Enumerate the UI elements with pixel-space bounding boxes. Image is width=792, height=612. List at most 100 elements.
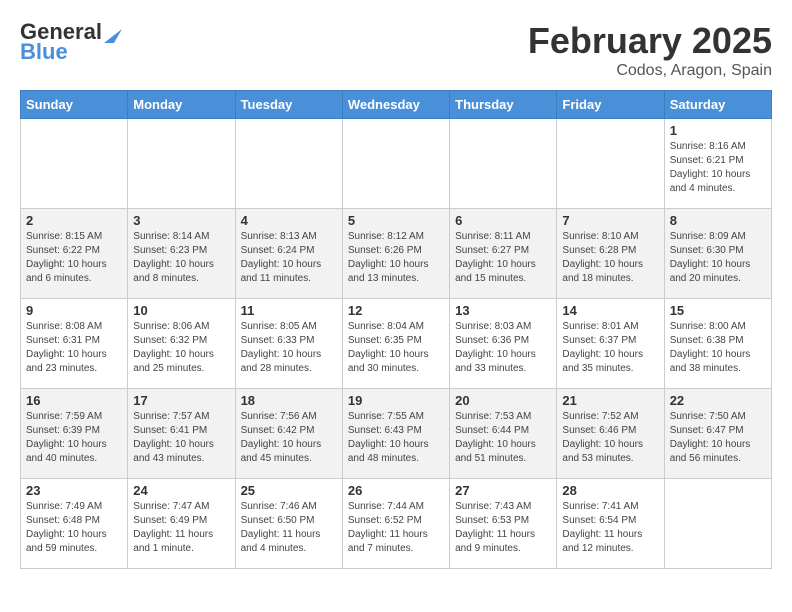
- week-row-2: 2Sunrise: 8:15 AM Sunset: 6:22 PM Daylig…: [21, 209, 772, 299]
- header-friday: Friday: [557, 91, 664, 119]
- day-info: Sunrise: 7:53 AM Sunset: 6:44 PM Dayligh…: [455, 410, 551, 466]
- day-info: Sunrise: 8:05 AM Sunset: 6:33 PM Dayligh…: [241, 320, 337, 376]
- day-info: Sunrise: 7:52 AM Sunset: 6:46 PM Dayligh…: [562, 410, 658, 466]
- day-info: Sunrise: 8:03 AM Sunset: 6:36 PM Dayligh…: [455, 320, 551, 376]
- day-number: 4: [241, 213, 337, 228]
- day-info: Sunrise: 7:59 AM Sunset: 6:39 PM Dayligh…: [26, 410, 122, 466]
- day-number: 18: [241, 393, 337, 408]
- day-info: Sunrise: 8:11 AM Sunset: 6:27 PM Dayligh…: [455, 230, 551, 286]
- day-number: 6: [455, 213, 551, 228]
- calendar-cell: 7 Sunrise: 8:10 AM Sunset: 6:28 PM Daylig…: [557, 209, 664, 299]
- day-info: Sunrise: 7:56 AM Sunset: 6:42 PM Dayligh…: [241, 410, 337, 466]
- week-row-1: 1 Sunrise: 8:16 AM Sunset: 6:21 PM Daylig…: [21, 119, 772, 209]
- week-row-5: 23 Sunrise: 7:49 AM Sunset: 6:48 PM Dayli…: [21, 479, 772, 569]
- day-info: Sunrise: 7:49 AM Sunset: 6:48 PM Dayligh…: [26, 500, 122, 556]
- calendar-cell: 13 Sunrise: 8:03 AM Sunset: 6:36 PM Dayli…: [450, 299, 557, 389]
- calendar-cell: [557, 119, 664, 209]
- day-number: 3: [133, 213, 229, 228]
- calendar-cell: [235, 119, 342, 209]
- calendar-cell: 4 Sunrise: 8:13 AM Sunset: 6:24 PM Daylig…: [235, 209, 342, 299]
- day-info: Sunrise: 8:09 AM Sunset: 6:30 PM Dayligh…: [670, 230, 766, 286]
- calendar-cell: 25Sunrise: 7:46 AM Sunset: 6:50 PM Dayli…: [235, 479, 342, 569]
- day-info: Sunrise: 8:01 AM Sunset: 6:37 PM Dayligh…: [562, 320, 658, 376]
- day-number: 14: [562, 303, 658, 318]
- day-number: 5: [348, 213, 444, 228]
- calendar-cell: 12 Sunrise: 8:04 AM Sunset: 6:35 PM Dayli…: [342, 299, 449, 389]
- day-info: Sunrise: 7:47 AM Sunset: 6:49 PM Dayligh…: [133, 500, 229, 556]
- day-info: Sunrise: 7:55 AM Sunset: 6:43 PM Dayligh…: [348, 410, 444, 466]
- day-number: 24: [133, 483, 229, 498]
- calendar-title: February 2025: [528, 20, 772, 62]
- calendar-cell: 21 Sunrise: 7:52 AM Sunset: 6:46 PM Dayli…: [557, 389, 664, 479]
- day-info: Sunrise: 7:41 AM Sunset: 6:54 PM Dayligh…: [562, 500, 658, 556]
- logo-bird-icon: [104, 21, 122, 43]
- header-saturday: Saturday: [664, 91, 771, 119]
- header-wednesday: Wednesday: [342, 91, 449, 119]
- calendar-cell: 2Sunrise: 8:15 AM Sunset: 6:22 PM Daylig…: [21, 209, 128, 299]
- calendar-cell: 17 Sunrise: 7:57 AM Sunset: 6:41 PM Dayli…: [128, 389, 235, 479]
- day-info: Sunrise: 8:04 AM Sunset: 6:35 PM Dayligh…: [348, 320, 444, 376]
- day-number: 17: [133, 393, 229, 408]
- calendar-table: SundayMondayTuesdayWednesdayThursdayFrid…: [20, 90, 772, 569]
- day-number: 16: [26, 393, 122, 408]
- day-number: 8: [670, 213, 766, 228]
- day-number: 9: [26, 303, 122, 318]
- day-number: 19: [348, 393, 444, 408]
- day-info: Sunrise: 8:14 AM Sunset: 6:23 PM Dayligh…: [133, 230, 229, 286]
- day-info: Sunrise: 7:44 AM Sunset: 6:52 PM Dayligh…: [348, 500, 444, 556]
- calendar-subtitle: Codos, Aragon, Spain: [528, 62, 772, 80]
- calendar-cell: [450, 119, 557, 209]
- calendar-cell: 22Sunrise: 7:50 AM Sunset: 6:47 PM Dayli…: [664, 389, 771, 479]
- calendar-cell: 18 Sunrise: 7:56 AM Sunset: 6:42 PM Dayli…: [235, 389, 342, 479]
- calendar-cell: [128, 119, 235, 209]
- day-info: Sunrise: 8:06 AM Sunset: 6:32 PM Dayligh…: [133, 320, 229, 376]
- day-info: Sunrise: 7:57 AM Sunset: 6:41 PM Dayligh…: [133, 410, 229, 466]
- day-info: Sunrise: 8:10 AM Sunset: 6:28 PM Dayligh…: [562, 230, 658, 286]
- header-thursday: Thursday: [450, 91, 557, 119]
- day-info: Sunrise: 8:16 AM Sunset: 6:21 PM Dayligh…: [670, 140, 766, 196]
- day-number: 28: [562, 483, 658, 498]
- day-number: 26: [348, 483, 444, 498]
- day-info: Sunrise: 8:13 AM Sunset: 6:24 PM Dayligh…: [241, 230, 337, 286]
- title-area: February 2025 Codos, Aragon, Spain: [528, 20, 772, 80]
- calendar-cell: 28 Sunrise: 7:41 AM Sunset: 6:54 PM Dayli…: [557, 479, 664, 569]
- calendar-cell: 14 Sunrise: 8:01 AM Sunset: 6:37 PM Dayli…: [557, 299, 664, 389]
- logo-text-blue: Blue: [20, 40, 68, 64]
- day-info: Sunrise: 8:00 AM Sunset: 6:38 PM Dayligh…: [670, 320, 766, 376]
- logo: General Blue: [20, 20, 122, 64]
- day-number: 12: [348, 303, 444, 318]
- day-info: Sunrise: 7:50 AM Sunset: 6:47 PM Dayligh…: [670, 410, 766, 466]
- day-number: 7: [562, 213, 658, 228]
- calendar-cell: 8 Sunrise: 8:09 AM Sunset: 6:30 PM Daylig…: [664, 209, 771, 299]
- week-row-3: 9 Sunrise: 8:08 AM Sunset: 6:31 PM Daylig…: [21, 299, 772, 389]
- day-info: Sunrise: 8:12 AM Sunset: 6:26 PM Dayligh…: [348, 230, 444, 286]
- calendar-cell: 1 Sunrise: 8:16 AM Sunset: 6:21 PM Daylig…: [664, 119, 771, 209]
- day-number: 15: [670, 303, 766, 318]
- calendar-cell: 11 Sunrise: 8:05 AM Sunset: 6:33 PM Dayli…: [235, 299, 342, 389]
- calendar-cell: 15 Sunrise: 8:00 AM Sunset: 6:38 PM Dayli…: [664, 299, 771, 389]
- day-number: 13: [455, 303, 551, 318]
- calendar-cell: 5 Sunrise: 8:12 AM Sunset: 6:26 PM Daylig…: [342, 209, 449, 299]
- calendar-cell: 26 Sunrise: 7:44 AM Sunset: 6:52 PM Dayli…: [342, 479, 449, 569]
- calendar-cell: 20Sunrise: 7:53 AM Sunset: 6:44 PM Dayli…: [450, 389, 557, 479]
- day-info: Sunrise: 7:43 AM Sunset: 6:53 PM Dayligh…: [455, 500, 551, 556]
- day-number: 11: [241, 303, 337, 318]
- calendar-cell: 3 Sunrise: 8:14 AM Sunset: 6:23 PM Daylig…: [128, 209, 235, 299]
- day-number: 27: [455, 483, 551, 498]
- week-row-4: 16 Sunrise: 7:59 AM Sunset: 6:39 PM Dayli…: [21, 389, 772, 479]
- calendar-header-row: SundayMondayTuesdayWednesdayThursdayFrid…: [21, 91, 772, 119]
- day-number: 21: [562, 393, 658, 408]
- calendar-cell: [664, 479, 771, 569]
- day-number: 25: [241, 483, 337, 498]
- day-number: 1: [670, 123, 766, 138]
- day-info: Sunrise: 8:08 AM Sunset: 6:31 PM Dayligh…: [26, 320, 122, 376]
- calendar-cell: [21, 119, 128, 209]
- day-number: 23: [26, 483, 122, 498]
- calendar-cell: 9 Sunrise: 8:08 AM Sunset: 6:31 PM Daylig…: [21, 299, 128, 389]
- day-number: 2: [26, 213, 122, 228]
- calendar-cell: 16 Sunrise: 7:59 AM Sunset: 6:39 PM Dayli…: [21, 389, 128, 479]
- calendar-cell: 6 Sunrise: 8:11 AM Sunset: 6:27 PM Daylig…: [450, 209, 557, 299]
- calendar-cell: 23 Sunrise: 7:49 AM Sunset: 6:48 PM Dayli…: [21, 479, 128, 569]
- calendar-cell: 19 Sunrise: 7:55 AM Sunset: 6:43 PM Dayli…: [342, 389, 449, 479]
- calendar-cell: 27 Sunrise: 7:43 AM Sunset: 6:53 PM Dayli…: [450, 479, 557, 569]
